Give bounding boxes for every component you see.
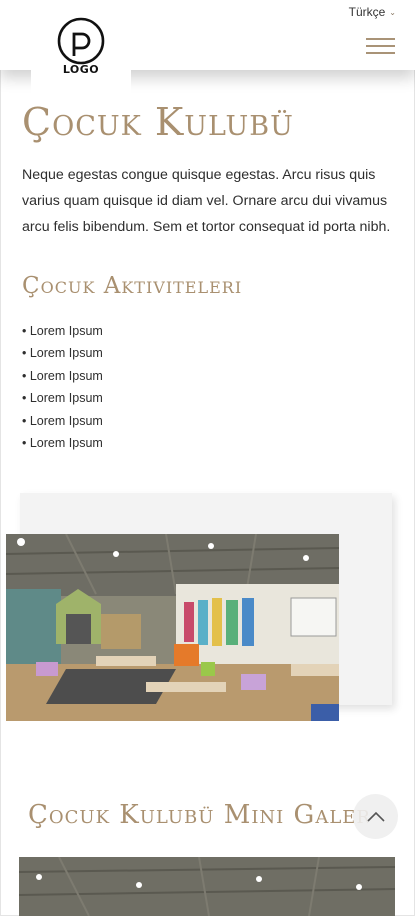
gallery-title: Çocuk Kulubü Mini Galeri — [28, 800, 368, 830]
list-item: Lorem Ipsum — [22, 342, 103, 364]
scroll-to-top-button[interactable] — [353, 794, 398, 839]
intro-text: Neque egestas congue quisque egestas. Ar… — [22, 167, 391, 235]
logo-icon — [57, 17, 105, 65]
hamburger-menu-icon[interactable] — [366, 38, 395, 55]
kids-club-photo — [6, 534, 339, 721]
page-title: Çocuk Kulubü — [22, 100, 294, 144]
chevron-up-icon — [366, 811, 385, 822]
activities-list: Lorem Ipsum Lorem Ipsum Lorem Ipsum Lore… — [22, 320, 103, 454]
list-item: Lorem Ipsum — [22, 387, 103, 409]
list-item: Lorem Ipsum — [22, 365, 103, 387]
language-selector[interactable]: Türkçe ⌄ — [349, 5, 396, 19]
logo-text: LOGO — [62, 63, 100, 76]
chevron-down-icon: ⌄ — [389, 7, 396, 17]
gallery-photo[interactable] — [19, 857, 395, 916]
language-label: Türkçe — [348, 5, 386, 19]
activities-title: Çocuk Aktiviteleri — [22, 273, 243, 299]
logo[interactable]: LOGO — [31, 0, 131, 96]
list-item: Lorem Ipsum — [22, 410, 103, 432]
list-item: Lorem Ipsum — [22, 320, 103, 342]
list-item: Lorem Ipsum — [22, 432, 103, 454]
